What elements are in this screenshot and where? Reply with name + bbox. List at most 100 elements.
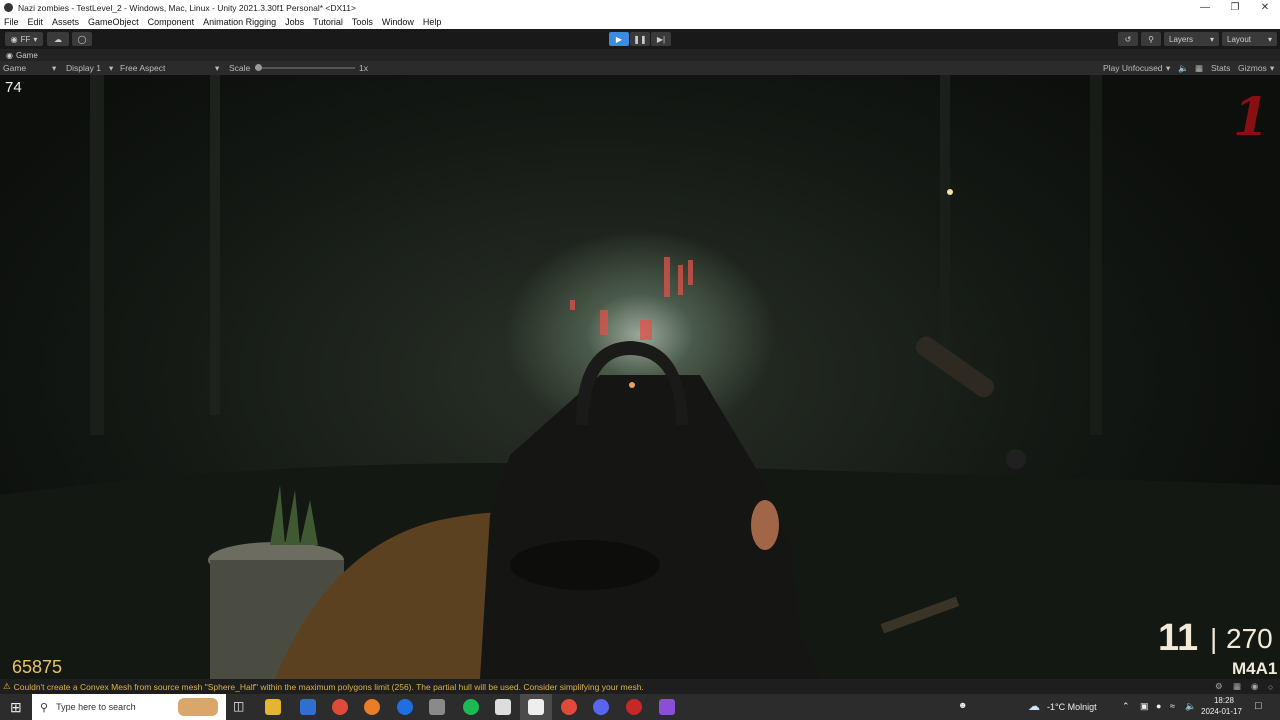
step-button[interactable]: ▶| [651,32,671,46]
task-view-icon[interactable]: ◫ [233,699,244,713]
pause-button[interactable]: ❚❚ [630,32,650,46]
play-icon: ▶ [615,34,623,44]
account-label: FF [20,34,31,44]
menu-tools[interactable]: Tools [352,17,373,27]
tree-trunk [90,75,104,435]
weather-icon: ☁ [1028,699,1040,713]
dark-orb [1006,449,1026,469]
history-button[interactable]: ↺ [1118,32,1138,46]
volume-icon[interactable]: 🔈 [1185,701,1196,712]
mail-icon[interactable] [300,699,316,715]
unity-logo-icon [4,3,13,12]
menu-tutorial[interactable]: Tutorial [313,17,343,27]
scale-label: Scale [229,63,251,73]
chevron-down-icon: ▾ [1166,63,1171,73]
rifle-barrel [510,540,660,590]
cloud-icon: ☁ [54,34,62,44]
app-icon[interactable] [397,699,413,715]
restore-icon[interactable]: ❐ [1220,0,1250,15]
chevron-down-icon: ▾ [215,63,220,73]
notifications-icon[interactable]: □ [1255,700,1262,712]
people-icon[interactable]: ☻ [958,700,967,710]
menu-file[interactable]: File [4,17,19,27]
progress-icon[interactable]: ▦ [1233,681,1241,692]
chevron-down-icon: ▾ [52,63,57,73]
unity-hub-icon[interactable] [495,699,511,715]
chrome-icon[interactable] [561,699,577,715]
weapon-name: M4A1 [1232,659,1278,678]
muzzle-flash [751,500,779,550]
scale-slider-handle[interactable] [255,64,262,71]
layout-dropdown[interactable]: Layout ▾ [1222,32,1277,46]
network-icon[interactable]: ▣ [1140,701,1149,712]
menu-jobs[interactable]: Jobs [285,17,304,27]
menu-animation-rigging[interactable]: Animation Rigging [203,17,276,27]
stats-button[interactable]: Stats [1211,63,1230,73]
reticle-dot [629,382,635,388]
menu-component[interactable]: Component [148,17,195,27]
search-highlight-image [178,698,218,716]
console-status-bar[interactable]: ⚠ Couldn't create a Convex Mesh from sou… [0,679,1280,694]
play-mode-dropdown[interactable]: Play Unfocused [1103,63,1163,73]
weather-text[interactable]: -1°C Molnigt [1047,702,1097,712]
history-icon: ↺ [1124,34,1132,44]
keyboard-icon[interactable]: ▦ [1195,63,1203,74]
close-icon[interactable]: ✕ [1250,0,1280,15]
wifi-icon[interactable]: ≈ [1170,701,1175,711]
pause-icon: ❚❚ [633,34,647,44]
unity-icon[interactable] [528,699,544,715]
blender-icon[interactable] [364,699,380,715]
discord-icon[interactable] [593,699,609,715]
auto-generate-icon[interactable]: ◉ [1251,681,1258,692]
gizmos-button[interactable]: Gizmos [1238,63,1267,73]
search-icon: ⚲ [1148,34,1154,44]
clock-time[interactable]: 18:28 [1206,696,1242,705]
menu-gameobject[interactable]: GameObject [88,17,139,27]
menu-help[interactable]: Help [423,17,442,27]
windows-start-icon[interactable]: ⊞ [10,699,22,716]
warning-icon: ⚠ [3,681,11,691]
collab-button[interactable]: ◯ [72,32,92,46]
game-view-bar: Game ▾ Display 1 ▾ Free Aspect ▾ Scale 1… [0,61,1280,75]
display-dropdown[interactable]: Display 1 [66,63,101,73]
search-button[interactable]: ⚲ [1141,32,1161,46]
clock-date[interactable]: 2024-01-17 [1201,707,1242,716]
spotify-icon[interactable] [463,699,479,715]
chrome-icon[interactable] [332,699,348,715]
menu-assets[interactable]: Assets [52,17,79,27]
microphone-icon[interactable]: ● [1156,701,1161,711]
menu-window[interactable]: Window [382,17,414,27]
app-icon[interactable] [626,699,642,715]
play-button[interactable]: ▶ [609,32,629,46]
search-icon: ⚲ [40,701,49,714]
file-explorer-icon[interactable] [265,699,281,715]
chevron-down-icon: ▾ [1209,34,1214,44]
round-counter: 1 [1233,87,1270,148]
console-message[interactable]: Couldn't create a Convex Mesh from sourc… [14,682,644,692]
cloud-button[interactable]: ☁ [47,32,69,46]
menu-edit[interactable]: Edit [28,17,44,27]
app-icon[interactable] [429,699,445,715]
aspect-dropdown[interactable]: Free Aspect [120,63,165,73]
layers-dropdown[interactable]: Layers ▾ [1164,32,1219,46]
audio-icon[interactable]: 🔈 [1178,63,1189,74]
points-counter: 65875 [12,657,63,677]
minimize-icon[interactable]: — [1190,0,1220,15]
debug-icon[interactable]: ⚙ [1215,681,1223,692]
menu-bar: File Edit Assets GameObject Component An… [0,15,1280,29]
game-mode-dropdown[interactable]: Game [3,63,26,73]
tab-game[interactable]: Game [16,51,38,60]
editor-tab-bar: ◉ Game [0,49,1280,61]
search-input[interactable]: ⚲ Type here to search [32,694,226,720]
game-view-icon: ◉ [6,50,13,60]
account-button[interactable]: ◉ FF ▾ [5,32,43,46]
visual-studio-icon[interactable] [659,699,675,715]
window-title: Nazi zombies - TestLevel_2 - Windows, Ma… [18,2,356,13]
game-viewport[interactable]: 74 1 65875 11 | 270 M4A1 [0,75,1280,679]
chevron-up-icon[interactable]: ⌃ [1122,701,1130,712]
status-icon[interactable]: ○ [1268,682,1273,692]
chevron-down-icon: ▾ [33,34,38,44]
game-scene [0,75,1280,679]
scale-slider[interactable] [255,64,355,71]
tree-trunk [1090,75,1102,435]
